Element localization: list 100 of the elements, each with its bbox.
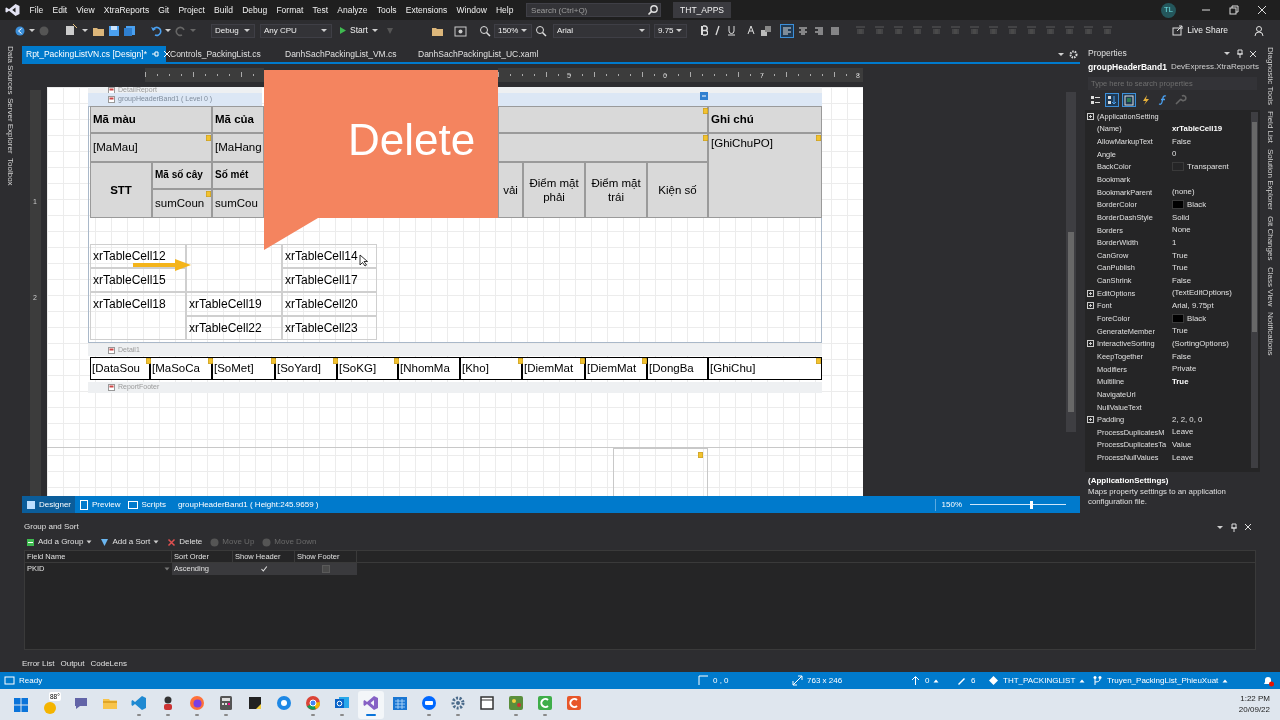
code-editor-icon[interactable] (130, 693, 148, 712)
menu-item[interactable]: Test (307, 3, 333, 17)
tool-window-tab[interactable]: Field List (1262, 111, 1278, 144)
save-all-icon[interactable] (123, 24, 136, 37)
tool-window-tab[interactable]: Notifications (1262, 311, 1278, 356)
start-icon[interactable] (14, 697, 28, 712)
status-text[interactable]: Truyen_PackingList_PhieuXuat (1107, 674, 1219, 687)
tool-window-tab[interactable]: Data Sources (2, 46, 18, 95)
tool-window-tab[interactable]: Server Explorer (2, 98, 18, 155)
status-text[interactable]: 0 , 0 (713, 674, 729, 687)
scrollbar[interactable] (1066, 92, 1076, 432)
font-size-dropdown[interactable]: 9.75 (653, 23, 687, 38)
align-right-icon[interactable] (812, 24, 825, 37)
expand-icon[interactable] (1087, 289, 1094, 297)
back-icon[interactable] (14, 24, 26, 37)
toolbar-button[interactable]: Add a Sort (100, 536, 160, 548)
slider-thumb[interactable] (1030, 500, 1034, 509)
back-color-icon[interactable] (759, 24, 772, 37)
align-left-icon[interactable] (779, 23, 794, 38)
document-tab[interactable]: DanhSachPackingList_VM.cs (281, 46, 414, 62)
menu-item[interactable]: Extensions (401, 3, 452, 17)
status-text[interactable]: THT_PACKINGLIST (1003, 674, 1076, 687)
checkbox[interactable] (322, 565, 330, 573)
menu-item[interactable]: Tools (372, 3, 402, 17)
restore-icon[interactable] (1228, 4, 1240, 16)
new-item-icon[interactable] (64, 24, 78, 37)
scrollbar[interactable] (1251, 112, 1258, 468)
tool-window-tab[interactable]: Git Changes (1262, 216, 1278, 261)
globe-icon[interactable] (304, 693, 322, 712)
globe-icon[interactable] (275, 693, 293, 712)
zoom-slider[interactable] (970, 499, 1066, 510)
menu-item[interactable]: Analyze (332, 3, 373, 17)
close-icon[interactable] (1249, 49, 1257, 58)
camera-icon[interactable] (565, 693, 583, 712)
menu-item[interactable]: Git (153, 3, 174, 17)
caret-icon[interactable] (1222, 677, 1229, 684)
camera-icon[interactable] (536, 693, 554, 712)
menu-item[interactable]: Window (451, 3, 492, 17)
pin-icon[interactable] (1236, 49, 1244, 58)
caret-icon[interactable] (28, 27, 36, 34)
menu-item[interactable]: Help (491, 3, 519, 17)
document-tab[interactable]: DanhSachPackingList_UC.xaml (414, 46, 564, 62)
search-field[interactable]: Search (Ctrl+Q) (526, 3, 662, 17)
app-logo-icon[interactable] (362, 693, 380, 712)
expand-icon[interactable] (1087, 302, 1094, 310)
menu-item[interactable]: Build (209, 3, 238, 17)
panel-tab[interactable]: Error List (22, 657, 55, 670)
calculator-icon[interactable] (217, 693, 235, 712)
designer-tab[interactable]: Scripts (124, 496, 170, 513)
chat-bubble-icon[interactable] (420, 693, 438, 712)
configuration-dropdown[interactable]: Debug (211, 23, 255, 38)
font-dropdown[interactable]: Arial (552, 23, 650, 38)
panel-tab[interactable]: CodeLens (90, 657, 127, 670)
gear-icon[interactable] (1069, 49, 1078, 59)
menu-item[interactable]: File (25, 3, 48, 17)
zoom-dropdown[interactable]: 150% (493, 23, 532, 38)
notification-icon[interactable] (1262, 674, 1274, 687)
panel-tab[interactable]: Output (60, 657, 85, 670)
clock-date[interactable]: 20/09/22 (1238, 704, 1270, 715)
pin-icon[interactable] (1230, 522, 1238, 532)
expand-icon[interactable] (1087, 416, 1094, 424)
align-center-icon[interactable] (796, 24, 809, 37)
underline-icon[interactable] (726, 25, 736, 36)
sort-icon[interactable] (1105, 93, 1119, 107)
expand-icon[interactable] (1087, 112, 1094, 120)
tool-window-tab[interactable]: Diagnostic Tools (1262, 47, 1278, 106)
window-icon[interactable] (478, 693, 496, 712)
tool-window-tab[interactable]: Solution Explorer (1262, 149, 1278, 211)
globe-icon[interactable] (188, 693, 206, 712)
caret-icon[interactable] (1057, 50, 1065, 58)
justify-icon[interactable] (828, 24, 841, 37)
save-icon[interactable] (108, 24, 120, 37)
zoom-in-icon[interactable] (534, 24, 547, 37)
status-text[interactable]: 763 x 246 (807, 674, 843, 687)
menu-item[interactable]: Edit (47, 3, 72, 17)
property-page-icon[interactable] (1122, 93, 1136, 107)
close-icon[interactable] (1244, 523, 1252, 531)
image-icon[interactable] (453, 24, 467, 37)
menu-item[interactable]: Debug (237, 3, 272, 17)
menu-item[interactable]: Project (173, 3, 210, 17)
wrench-icon[interactable] (1173, 93, 1187, 107)
palette-icon[interactable] (507, 693, 525, 712)
caret-icon[interactable] (164, 27, 172, 34)
caret-icon[interactable] (1216, 523, 1224, 531)
menu-item[interactable]: XtraReports (99, 3, 154, 17)
tool-window-tab[interactable]: Class View (1262, 266, 1278, 306)
toolbar-button[interactable]: Delete (167, 536, 203, 548)
caret-icon[interactable] (1223, 50, 1231, 57)
status-text[interactable]: 0 (925, 674, 930, 687)
toolbar-button[interactable]: Add a Group (26, 536, 93, 548)
designer-tab[interactable]: Preview (75, 496, 125, 513)
feedback-icon[interactable] (1254, 24, 1266, 37)
expand-icon[interactable] (1087, 340, 1094, 348)
caret-icon[interactable] (933, 677, 940, 684)
status-text[interactable]: 6 (971, 674, 976, 687)
start-button[interactable]: Start (339, 24, 379, 37)
font-color-icon[interactable] (745, 24, 756, 37)
platform-dropdown[interactable]: Any CPU (260, 23, 332, 38)
live-share-button[interactable]: Live Share (1172, 24, 1228, 37)
zoom-out-icon[interactable] (478, 24, 491, 37)
